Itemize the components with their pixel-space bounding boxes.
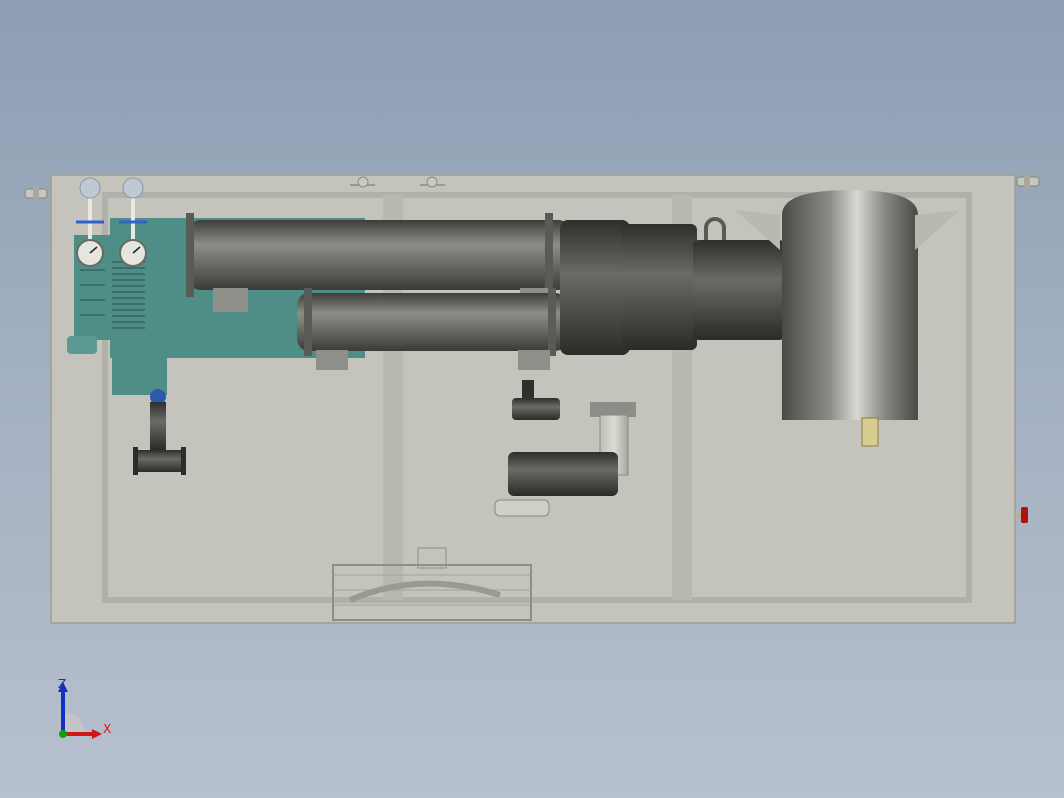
- x-axis-label: X: [103, 722, 112, 736]
- pressure-gauge-left: [76, 177, 104, 267]
- lifting-lug-left: [24, 186, 48, 201]
- lifting-lug-right: [1016, 174, 1040, 189]
- emergency-valve-handle: [1015, 507, 1028, 523]
- equipment-model-front-view[interactable]: [0, 0, 1064, 798]
- z-axis-label: Z: [58, 677, 67, 691]
- cad-viewport[interactable]: Z X: [0, 0, 1064, 798]
- pressure-gauge-right: [119, 177, 147, 267]
